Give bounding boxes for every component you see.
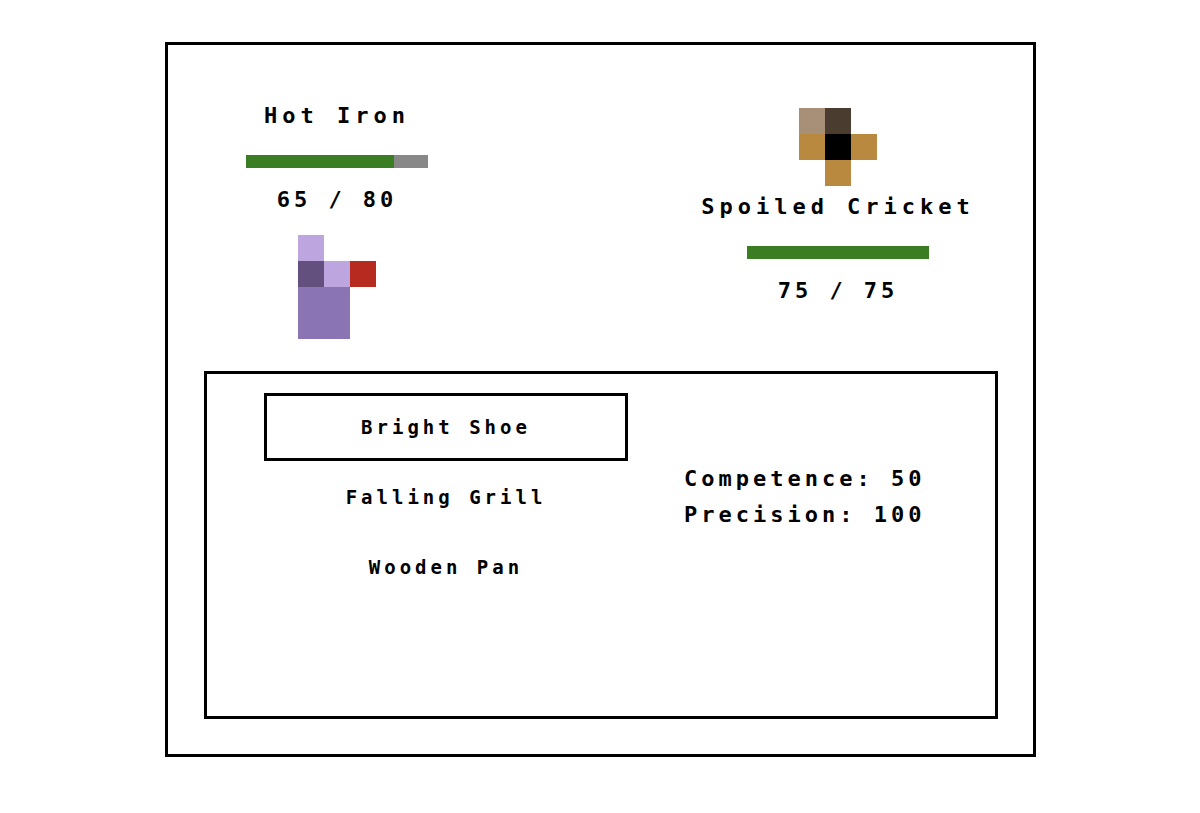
player-hp-reading: 65 / 80: [277, 187, 398, 213]
move-stats: Competence: 50 Precision: 100: [684, 466, 925, 528]
move-option[interactable]: Bright Shoe: [264, 393, 628, 461]
move-list: Bright ShoeFalling GrillWooden Pan: [264, 393, 628, 601]
enemy-name: Spoiled Cricket: [701, 194, 975, 220]
move-menu: Bright ShoeFalling GrillWooden Pan Compet…: [204, 371, 998, 719]
enemy-hp-reading: 75 / 75: [778, 278, 899, 304]
move-option[interactable]: Wooden Pan: [264, 533, 628, 601]
move-stat: Precision: 100: [684, 502, 925, 528]
enemy-sprite-icon: [799, 108, 877, 186]
enemy-hp-bar: [747, 246, 929, 259]
page: Hot Iron 65 / 80 Spoiled Cricket 75 / 75 Bri…: [0, 0, 1200, 813]
player-sprite-icon: [298, 235, 376, 339]
player-hp-bar: [246, 155, 428, 168]
hp-fill: [246, 155, 394, 168]
player-panel: Hot Iron 65 / 80: [217, 103, 457, 339]
enemy-panel: Spoiled Cricket 75 / 75: [688, 103, 988, 304]
move-option[interactable]: Falling Grill: [264, 463, 628, 531]
hp-fill: [747, 246, 929, 259]
battle-screen: Hot Iron 65 / 80 Spoiled Cricket 75 / 75 Bri…: [165, 42, 1036, 757]
battle-field: Hot Iron 65 / 80 Spoiled Cricket 75 / 75: [168, 45, 1033, 339]
move-stat: Competence: 50: [684, 466, 925, 492]
player-name: Hot Iron: [264, 103, 410, 129]
